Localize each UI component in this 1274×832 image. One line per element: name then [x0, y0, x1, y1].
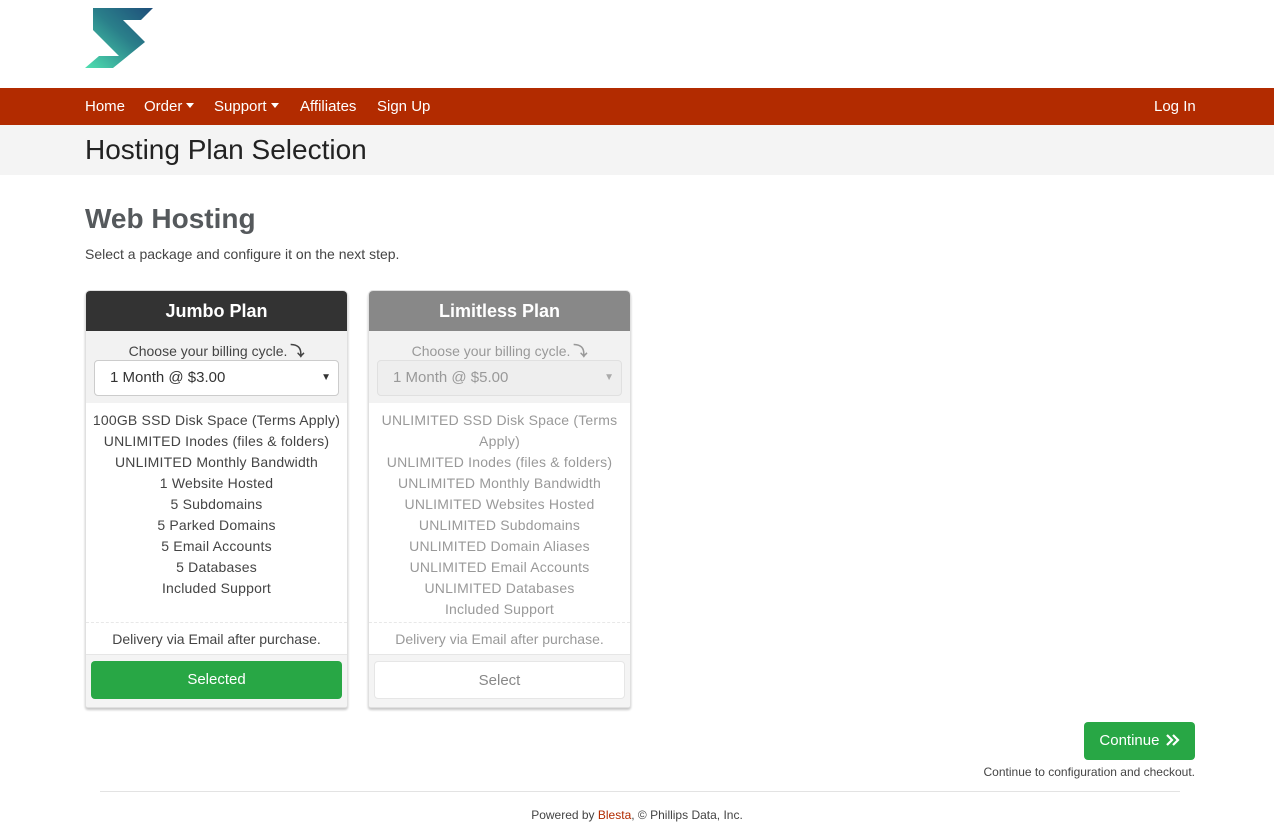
select-button[interactable]: Select	[374, 661, 625, 699]
feature-item: UNLIMITED Domain Aliases	[409, 538, 590, 554]
nav-affiliates[interactable]: Affiliates	[300, 88, 356, 125]
caret-down-icon	[270, 102, 279, 108]
site-logo[interactable]	[85, 8, 155, 70]
feature-item: 5 Databases	[176, 559, 257, 575]
feature-item: 100GB SSD Disk Space (Terms Apply)	[92, 412, 341, 428]
feature-item: UNLIMITED SSD Disk Space (Terms Apply)	[381, 412, 618, 449]
plan-name: Jumbo Plan	[86, 291, 347, 331]
billing-cycle-label: Choose your billing cycle. ⤵	[369, 341, 630, 361]
feature-item: UNLIMITED Inodes (files & folders)	[386, 454, 613, 470]
feature-item: UNLIMITED Subdomains	[418, 517, 581, 533]
billing-cycle-text: Choose your billing cycle.	[128, 343, 288, 359]
continue-note: Continue to configuration and checkout.	[983, 765, 1195, 779]
nav-log-in[interactable]: Log In	[1154, 88, 1196, 125]
blesta-link[interactable]: Blesta	[598, 808, 631, 822]
plan-card-jumbo: Jumbo Plan Choose your billing cycle. ⤵ 1…	[85, 290, 348, 708]
nav-support[interactable]: Support	[214, 88, 279, 125]
billing-cycle-label: Choose your billing cycle. ⤵	[86, 341, 347, 361]
billing-cycle-value: 1 Month @ $5.00	[393, 369, 509, 386]
billing-cycle-select[interactable]: 1 Month @ $5.00 ▼	[377, 360, 622, 396]
feature-item: UNLIMITED Websites Hosted	[404, 496, 595, 512]
plan-features: 100GB SSD Disk Space (Terms Apply) UNLIM…	[86, 403, 347, 623]
feature-item: UNLIMITED Databases	[424, 580, 575, 596]
section-description: Select a package and configure it on the…	[85, 246, 400, 262]
continue-label: Continue	[1099, 732, 1160, 749]
page-title: Hosting Plan Selection	[85, 134, 367, 165]
delivery-note: Delivery via Email after purchase.	[86, 623, 347, 655]
feature-item: 5 Parked Domains	[157, 517, 276, 533]
plan-features: UNLIMITED SSD Disk Space (Terms Apply) U…	[369, 403, 630, 623]
plan-card-footer: Select	[369, 655, 630, 707]
billing-cycle-text: Choose your billing cycle.	[411, 343, 571, 359]
billing-cycle-panel: Choose your billing cycle. ⤵ 1 Month @ $5…	[369, 331, 630, 403]
selected-button[interactable]: Selected	[91, 661, 342, 699]
section-title: Web Hosting	[85, 203, 256, 234]
nav-home[interactable]: Home	[85, 88, 125, 125]
billing-cycle-panel: Choose your billing cycle. ⤵ 1 Month @ $3…	[86, 331, 347, 403]
footer-credit: Powered by Blesta, © Phillips Data, Inc.	[0, 808, 1274, 822]
plan-card-limitless: Limitless Plan Choose your billing cycle…	[368, 290, 631, 708]
plan-card-footer: Selected	[86, 655, 347, 707]
footer-divider	[100, 791, 1180, 792]
footer-suffix: , © Phillips Data, Inc.	[631, 808, 743, 822]
main-navbar: Home Order Support Affiliates Sign Up Lo…	[0, 88, 1274, 125]
nav-order-label: Order	[144, 98, 183, 115]
caret-down-icon	[186, 102, 195, 108]
curved-arrow-down-icon: ⤵	[573, 343, 588, 359]
select-caret-icon: ▼	[321, 372, 331, 383]
feature-item: UNLIMITED Monthly Bandwidth	[397, 475, 602, 491]
feature-item: Included Support	[161, 580, 272, 596]
feature-item: UNLIMITED Email Accounts	[409, 559, 590, 575]
nav-order[interactable]: Order	[144, 88, 195, 125]
nav-log-in-label: Log In	[1154, 98, 1196, 115]
nav-support-label: Support	[214, 98, 267, 115]
nav-sign-up-label: Sign Up	[377, 98, 431, 115]
nav-affiliates-label: Affiliates	[300, 98, 357, 115]
s-logo-icon	[85, 8, 153, 68]
continue-button[interactable]: Continue	[1084, 722, 1195, 760]
feature-item: 5 Subdomains	[170, 496, 263, 512]
delivery-note: Delivery via Email after purchase.	[369, 623, 630, 655]
nav-home-label: Home	[85, 98, 126, 115]
footer-prefix: Powered by	[531, 808, 598, 822]
feature-item: UNLIMITED Inodes (files & folders)	[103, 433, 330, 449]
plan-name: Limitless Plan	[369, 291, 630, 331]
select-caret-icon: ▼	[604, 372, 614, 383]
billing-cycle-select[interactable]: 1 Month @ $3.00 ▼	[94, 360, 339, 396]
double-chevron-right-icon	[1165, 734, 1180, 746]
billing-cycle-value: 1 Month @ $3.00	[110, 369, 226, 386]
curved-arrow-down-icon: ⤵	[290, 343, 305, 359]
feature-item: 1 Website Hosted	[159, 475, 274, 491]
nav-sign-up[interactable]: Sign Up	[377, 88, 430, 125]
feature-item: UNLIMITED Monthly Bandwidth	[114, 454, 319, 470]
feature-item: 5 Email Accounts	[161, 538, 272, 554]
feature-item: Included Support	[444, 601, 555, 617]
